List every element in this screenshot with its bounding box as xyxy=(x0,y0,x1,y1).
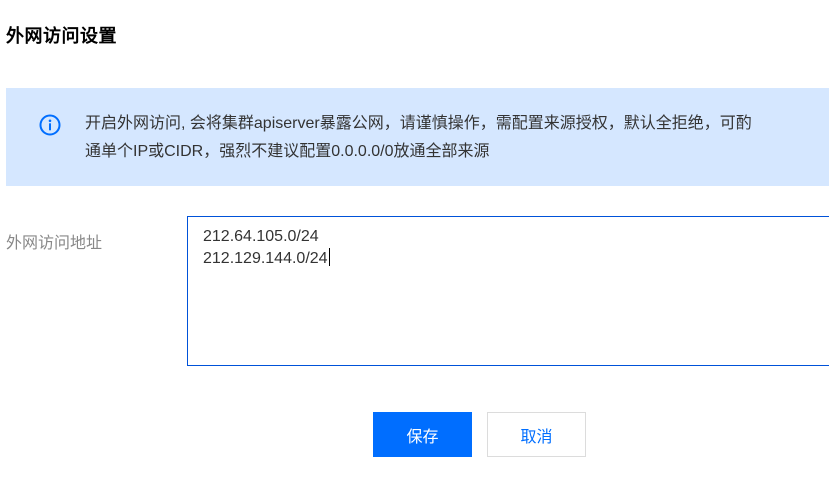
notice-line-2: 通单个IP或CIDR，强烈不建议配置0.0.0.0/0放通全部来源 xyxy=(85,143,490,160)
info-notice: 开启外网访问, 会将集群apiserver暴露公网，请谨慎操作，需配置来源授权，… xyxy=(6,88,829,186)
text-caret xyxy=(328,248,330,266)
page-title: 外网访问设置 xyxy=(6,26,117,46)
notice-line-1: 开启外网访问, 会将集群apiserver暴露公网，请谨慎操作，需配置来源授权，… xyxy=(85,115,752,132)
address-field-label: 外网访问地址 xyxy=(6,235,103,252)
external-access-settings-page: 外网访问设置 开启外网访问, 会将集群apiserver暴露公网，请谨慎操作，需… xyxy=(0,0,829,481)
address-textarea[interactable]: 212.64.105.0/24 212.129.144.0/24 xyxy=(187,216,829,366)
save-button[interactable]: 保存 xyxy=(373,412,472,457)
cancel-button[interactable]: 取消 xyxy=(487,412,586,457)
info-circle-icon xyxy=(39,114,61,136)
address-line-2: 212.129.144.0/24 xyxy=(203,250,328,267)
address-line-1: 212.64.105.0/24 xyxy=(203,228,319,245)
notice-text: 开启外网访问, 会将集群apiserver暴露公网，请谨慎操作，需配置来源授权，… xyxy=(85,110,829,166)
address-textarea-content[interactable]: 212.64.105.0/24 212.129.144.0/24 xyxy=(203,226,330,270)
